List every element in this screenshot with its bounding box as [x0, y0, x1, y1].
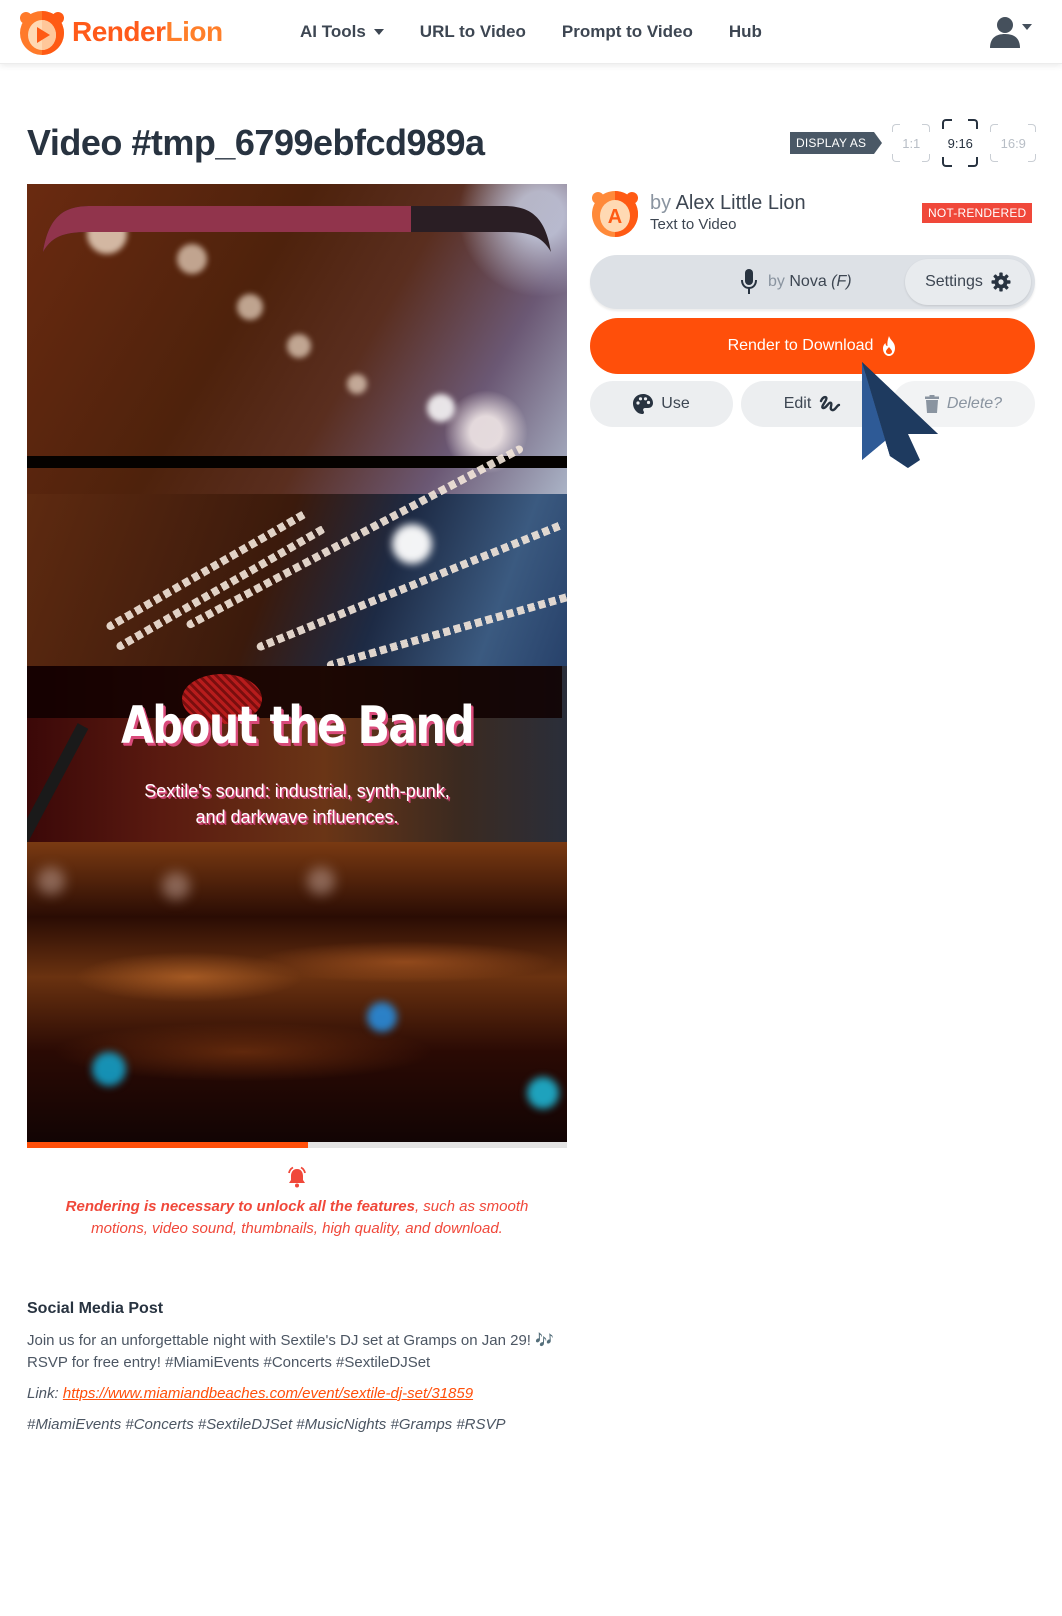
video-preview[interactable]: About the Band Sextile's sound: industri… — [27, 184, 567, 1142]
action-buttons: Use Edit Delete? — [590, 381, 1035, 427]
video-frame-bokeh — [27, 184, 567, 494]
palette-icon — [633, 394, 654, 414]
ratio-option-1-1[interactable]: 1:1 — [892, 124, 931, 162]
nav-url-to-video[interactable]: URL to Video — [420, 22, 526, 42]
gear-icon — [991, 272, 1011, 292]
render-to-download-button[interactable]: Render to Download — [590, 318, 1035, 374]
social-body: Join us for an unforgettable night with … — [27, 1332, 554, 1371]
video-overlay-subtitle: Sextile's sound: industrial, synth-punk,… — [144, 781, 450, 827]
social-media-post: Social Media Post Join us for an unforge… — [27, 1300, 567, 1445]
edit-button[interactable]: Edit — [741, 381, 884, 427]
video-frame-blurred — [27, 842, 567, 1142]
social-link-line: Link: https://www.miamiandbeaches.com/ev… — [27, 1385, 474, 1402]
voice-name: Nova — [789, 273, 827, 290]
trash-icon — [924, 395, 939, 413]
microphone-icon — [741, 269, 757, 294]
top-navbar: RenderLion AI Tools URL to Video Prompt … — [0, 0, 1062, 64]
use-button[interactable]: Use — [590, 381, 733, 427]
caret-down-icon — [1022, 24, 1032, 30]
user-icon — [990, 17, 1020, 48]
voice-selector[interactable]: by Nova (F) Settings — [590, 255, 1035, 309]
user-menu-button[interactable] — [990, 16, 1032, 48]
social-heading: Social Media Post — [27, 1300, 164, 1317]
display-as-selector: DISPLAY AS 1:1 9:16 16:9 — [790, 119, 1037, 167]
caret-down-icon — [373, 29, 384, 35]
brand-name: RenderLion — [72, 16, 223, 47]
status-badge: NOT-RENDERED — [922, 203, 1033, 223]
renderlion-logo[interactable]: RenderLion — [18, 8, 223, 56]
page-title: Video #tmp_6799ebfcd989a — [27, 122, 485, 163]
delete-button[interactable]: Delete? — [892, 381, 1035, 427]
video-type: Text to Video — [650, 216, 737, 233]
signature-icon — [820, 395, 841, 412]
ratio-option-9-16[interactable]: 9:16 — [942, 119, 979, 167]
author-name[interactable]: Alex Little Lion — [676, 192, 806, 214]
voice-info: by Nova (F) — [740, 255, 852, 309]
main-nav: AI Tools URL to Video Prompt to Video Hu… — [300, 0, 762, 64]
display-as-label: DISPLAY AS — [790, 132, 883, 154]
video-overlay-title: About the Band — [120, 696, 475, 756]
video-frame-lights — [27, 444, 567, 670]
render-notice: Rendering is necessary to unlock all the… — [50, 1166, 544, 1240]
progress-fill — [27, 1142, 308, 1148]
fire-icon — [883, 336, 896, 356]
bell-icon — [288, 1166, 306, 1188]
render-notice-text: Rendering is necessary to unlock all the… — [65, 1198, 529, 1237]
social-link[interactable]: https://www.miamiandbeaches.com/event/se… — [63, 1385, 473, 1402]
avatar[interactable]: A — [590, 188, 640, 238]
svg-text:A: A — [608, 206, 622, 228]
voice-settings-button[interactable]: Settings — [905, 259, 1031, 305]
lion-logo-icon — [20, 11, 64, 55]
social-hashtags: #MiamiEvents #Concerts #SextileDJSet #Mu… — [27, 1416, 506, 1433]
author-info: A by Alex Little Lion Text to Video — [590, 188, 806, 238]
nav-prompt-to-video[interactable]: Prompt to Video — [562, 22, 693, 42]
nav-ai-tools[interactable]: AI Tools — [300, 22, 384, 42]
ratio-option-16-9[interactable]: 16:9 — [990, 124, 1037, 162]
video-playback-progress[interactable] — [27, 1142, 567, 1148]
author-text: by Alex Little Lion Text to Video — [650, 192, 806, 233]
video-progress-arc — [43, 206, 551, 252]
nav-hub[interactable]: Hub — [729, 22, 762, 42]
video-frame-title: About the Band Sextile's sound: industri… — [27, 666, 567, 853]
